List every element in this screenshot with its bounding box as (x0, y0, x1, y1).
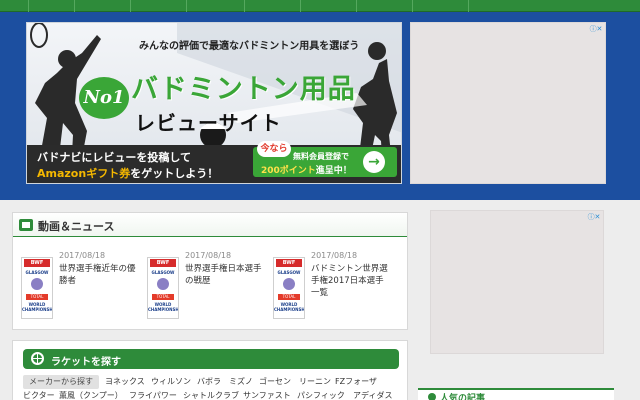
maker-link[interactable]: アディダス (353, 389, 392, 400)
advertisement-top[interactable]: ⓘ✕ (410, 22, 606, 184)
news-thumbnail[interactable]: BWF GLASGOW TOTAL WORLD CHAMPIONSHIPS (21, 257, 53, 319)
nav-divider (300, 0, 301, 12)
shuttlecock-icon (31, 278, 43, 290)
bwf-logo: BWF (276, 259, 302, 267)
globe-icon (31, 352, 44, 365)
cta-points: 200ポイント (261, 166, 316, 176)
news-headline[interactable]: 世界選手権日本選手の戦歴 (185, 263, 263, 287)
banner-message-line2: Amazonギフト券をゲットしよう！ (37, 165, 218, 181)
news-headline[interactable]: 世界選手権近年の優勝者 (59, 263, 137, 287)
event-label: GLASGOW (151, 270, 175, 275)
maker-link[interactable]: パシフィック (297, 389, 345, 400)
nav-divider (130, 0, 131, 12)
maker-link[interactable]: ミズノ (229, 375, 253, 389)
bwf-logo: BWF (150, 259, 176, 267)
top-navigation (0, 0, 640, 12)
news-item[interactable]: BWF GLASGOW TOTAL WORLD CHAMPIONSHIPS 20… (139, 247, 262, 327)
banner-tagline: みんなの評価で最適なバドミントン用具を選ぼう (139, 41, 360, 52)
maker-link[interactable]: ウィルソン (151, 375, 191, 389)
shuttlecock-icon (157, 278, 169, 290)
racket-search-title: ラケットを探す (51, 357, 121, 368)
nav-divider (356, 0, 357, 12)
news-date: 2017/08/18 (59, 251, 106, 260)
maker-link[interactable]: ゴーセン (259, 375, 291, 389)
now-badge: 今なら (257, 141, 291, 157)
arrow-right-icon[interactable]: → (363, 151, 385, 173)
nav-divider (468, 0, 469, 12)
amazon-gift-highlight: Amazonギフト券 (37, 167, 131, 180)
sponsor-label: TOTAL (278, 294, 300, 300)
maker-link[interactable]: シャトルクラブ (183, 389, 239, 400)
banner-message-rest: をゲットしよう！ (130, 167, 219, 180)
news-headline[interactable]: バドミントン世界選手権2017日本選手一覧 (311, 263, 389, 299)
banner-title: バドミントン用品 (131, 74, 356, 105)
news-item[interactable]: BWF GLASGOW TOTAL WORLD CHAMPIONSHIPS 20… (13, 247, 136, 327)
ad-choices-icon[interactable]: ⓘ✕ (589, 25, 603, 34)
news-date: 2017/08/18 (311, 251, 358, 260)
maker-link[interactable]: 薫風（クンプー） (59, 389, 123, 400)
film-icon (19, 219, 33, 231)
sidebar-section-header: 人気の記事 (418, 388, 614, 400)
news-panel: 動画＆ニュース BWF GLASGOW TOTAL WORLD CHAMPION… (12, 212, 408, 330)
nav-divider (186, 0, 187, 12)
racket-search-panel: ラケットを探す メーカーから探す ヨネックス ウィルソン バボラ ミズノ ゴーセ… (12, 340, 408, 400)
event-label: GLASGOW (277, 270, 301, 275)
advertisement-sidebar[interactable]: ⓘ✕ (430, 210, 604, 354)
sponsor-label: TOTAL (152, 294, 174, 300)
maker-link[interactable]: フライパワー (129, 389, 177, 400)
review-site-banner[interactable]: みんなの評価で最適なバドミントン用具を選ぼう No1 バドミントン用品 レビュー… (26, 22, 402, 184)
news-item[interactable]: BWF GLASGOW TOTAL WORLD CHAMPIONSHIPS 20… (265, 247, 388, 327)
news-date: 2017/08/18 (185, 251, 232, 260)
event-label: GLASGOW (25, 270, 49, 275)
championship-label: WORLD CHAMPIONSHIPS (274, 302, 305, 312)
championship-label: WORLD CHAMPIONSHIPS (22, 302, 53, 312)
maker-link[interactable]: サンファスト (243, 389, 291, 400)
nav-divider (244, 0, 245, 12)
nav-divider (28, 0, 29, 12)
bwf-logo: BWF (24, 259, 50, 267)
section-bullet-icon (428, 393, 436, 400)
cta-line2-rest: 進呈中！ (315, 166, 352, 176)
maker-link[interactable]: バボラ (197, 375, 221, 389)
nav-divider (74, 0, 75, 12)
cta-line1: 無料会員登録で (293, 152, 349, 161)
maker-link[interactable]: ヨネックス (105, 375, 145, 389)
news-thumbnail[interactable]: BWF GLASGOW TOTAL WORLD CHAMPIONSHIPS (147, 257, 179, 319)
number-one-badge: No1 (79, 77, 129, 119)
banner-subtitle: レビューサイト (135, 111, 282, 135)
search-by-maker-label: メーカーから探す (23, 375, 99, 389)
maker-link[interactable]: リーニン (299, 375, 331, 389)
sidebar-section-title: 人気の記事 (440, 394, 486, 400)
news-thumbnail[interactable]: BWF GLASGOW TOTAL WORLD CHAMPIONSHIPS (273, 257, 305, 319)
championship-label: WORLD CHAMPIONSHIPS (148, 302, 179, 312)
cta-line2: 200ポイント進呈中！ (261, 163, 352, 176)
nav-divider (412, 0, 413, 12)
news-panel-header: 動画＆ニュース (13, 213, 407, 237)
ad-choices-icon[interactable]: ⓘ✕ (587, 213, 601, 222)
maker-link[interactable]: FZフォーザ (335, 375, 377, 389)
banner-message-line1: バドナビにレビューを投稿して (37, 151, 191, 164)
news-panel-title: 動画＆ニュース (38, 220, 115, 233)
sponsor-label: TOTAL (26, 294, 48, 300)
shuttlecock-icon (283, 278, 295, 290)
maker-link[interactable]: ビクター (23, 389, 55, 400)
